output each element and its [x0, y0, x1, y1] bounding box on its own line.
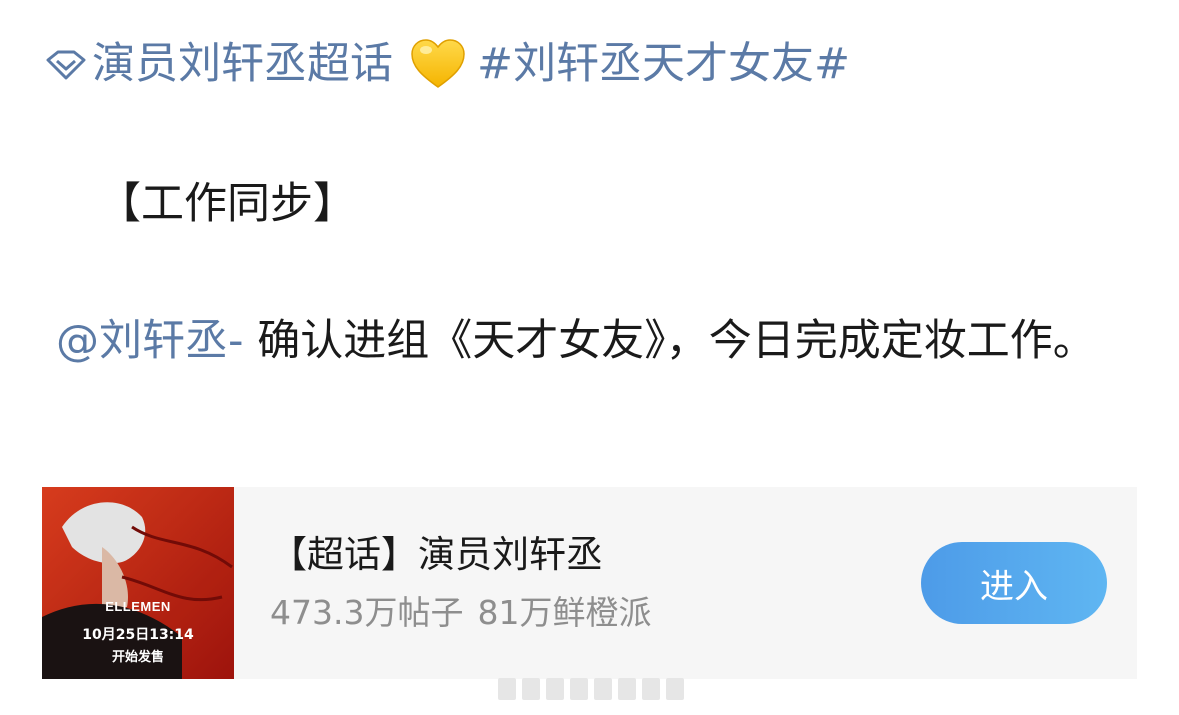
fan-count: 81万鲜橙派	[477, 593, 652, 632]
thumbnail-date: 10月25日13:14	[82, 627, 194, 643]
section-title: 【工作同步】	[98, 179, 356, 229]
hashtag-link[interactable]: #刘轩丞天才女友#	[477, 34, 850, 94]
card-thumbnail: ELLEMEN 10月25日13:14 开始发售	[42, 487, 234, 679]
super-topic-name: 演员刘轩丞超话	[92, 39, 393, 89]
thumbnail-brand: ELLEMEN	[105, 599, 171, 614]
super-topic-link[interactable]: 演员刘轩丞超话	[44, 34, 393, 94]
diamond-icon	[46, 50, 86, 80]
post-body: @刘轩丞- 确认进组《天才女友》，今日完成定妆工作。	[44, 310, 1124, 373]
post-count: 473.3万帖子	[270, 593, 464, 632]
post-body-text: 确认进组《天才女友》，今日完成定妆工作。	[243, 316, 1096, 366]
card-title: 【超话】演员刘轩丞	[270, 533, 603, 576]
mention-link[interactable]: @刘轩丞-	[56, 316, 244, 366]
yellow-heart-icon	[411, 39, 465, 88]
topic-line: 演员刘轩丞超话 #刘轩丞天才女友#	[44, 34, 850, 94]
super-topic-card[interactable]: ELLEMEN 10月25日13:14 开始发售 【超话】演员刘轩丞 473.3…	[42, 487, 1137, 679]
thumbnail-caption: 开始发售	[111, 650, 164, 665]
card-info: 【超话】演员刘轩丞 473.3万帖子 81万鲜橙派	[270, 531, 921, 635]
weibo-post: 演员刘轩丞超话 #刘轩丞天才女友# 【工作同步】 @刘轩丞- 确认进组《天才女友…	[0, 0, 1179, 715]
card-stats: 473.3万帖子 81万鲜橙派	[270, 591, 921, 635]
watermark-logo	[498, 678, 684, 700]
enter-button[interactable]: 进入	[921, 542, 1107, 624]
